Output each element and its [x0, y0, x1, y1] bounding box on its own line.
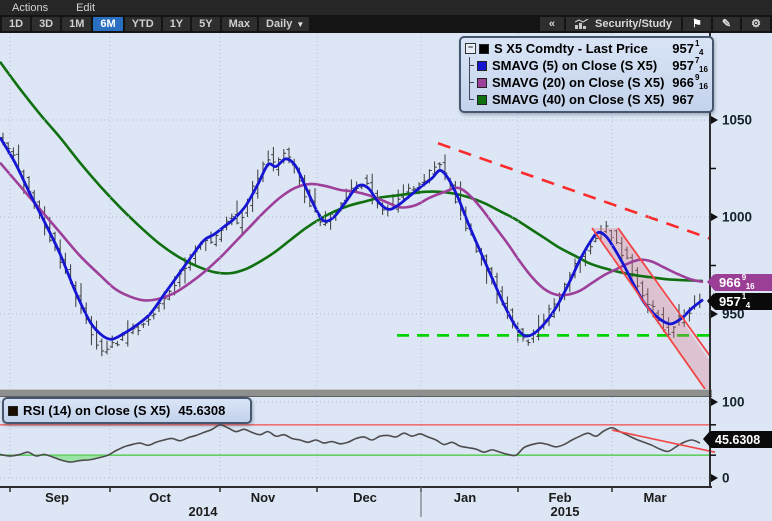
- badge-arrow: [707, 274, 714, 290]
- gear-icon: ⚙: [751, 17, 761, 31]
- flag-icon: ⚑: [692, 17, 702, 31]
- svg-text:Dec: Dec: [353, 490, 377, 505]
- annotate-button[interactable]: ✎: [713, 17, 740, 31]
- tree-connector: [469, 57, 478, 74]
- legend-row-smavg5[interactable]: SMAVG (5) on Close (S X5) 957716: [465, 57, 706, 74]
- tab-range-1m[interactable]: 1M: [62, 17, 91, 31]
- rsi-legend[interactable]: RSI (14) on Close (S X5) 45.6308: [2, 397, 252, 424]
- tab-range-1y[interactable]: 1Y: [163, 17, 190, 31]
- legend-label: S X5 Comdty - Last Price: [494, 41, 648, 56]
- menu-actions[interactable]: Actions: [12, 2, 48, 14]
- tree-connector: [469, 91, 478, 100]
- period-label: Daily: [266, 18, 292, 30]
- tab-range-3d[interactable]: 3D: [32, 17, 60, 31]
- smavg20-swatch: [477, 78, 487, 88]
- rsi-swatch: [8, 406, 18, 416]
- legend-label: SMAVG (5) on Close (S X5): [492, 58, 657, 73]
- tab-range-5y[interactable]: 5Y: [192, 17, 219, 31]
- legend-label: SMAVG (40) on Close (S X5): [492, 92, 664, 107]
- legend-value: 957716: [672, 58, 706, 73]
- rsi-legend-value: 45.6308: [178, 403, 225, 418]
- legend-value: 966916: [672, 75, 706, 90]
- tab-range-1d[interactable]: 1D: [2, 17, 30, 31]
- badge-arrow: [707, 293, 714, 309]
- tab-range-max[interactable]: Max: [222, 17, 257, 31]
- svg-text:2015: 2015: [551, 504, 580, 519]
- svg-text:Jan: Jan: [454, 490, 476, 505]
- svg-text:1050: 1050: [722, 113, 752, 128]
- svg-text:Feb: Feb: [548, 490, 571, 505]
- legend-value: 967: [672, 92, 706, 107]
- svg-text:2014: 2014: [189, 504, 219, 519]
- svg-text:100: 100: [722, 395, 745, 410]
- tab-range-ytd[interactable]: YTD: [125, 17, 161, 31]
- smavg40-swatch: [477, 95, 487, 105]
- bloomberg-chart-window: Actions Edit 1D 3D 1M 6M YTD 1Y 5Y Max D…: [0, 0, 772, 521]
- legend-row-rsi: RSI (14) on Close (S X5) 45.6308: [8, 402, 225, 419]
- legend-row-smavg40[interactable]: SMAVG (40) on Close (S X5) 967: [465, 91, 706, 108]
- svg-text:Nov: Nov: [251, 490, 276, 505]
- range-tab-bar: 1D 3D 1M 6M YTD 1Y 5Y Max Daily ▼ « Secur…: [0, 15, 772, 33]
- rsi-legend-label: RSI (14) on Close (S X5): [23, 403, 170, 418]
- chevron-down-icon: ▼: [296, 20, 304, 29]
- security-study-label: Security/Study: [595, 17, 672, 31]
- badge-arrow: [703, 431, 710, 447]
- tab-range-6m[interactable]: 6M: [93, 17, 122, 31]
- period-dropdown[interactable]: Daily ▼: [259, 17, 309, 31]
- rsi-value-badge: 45.6308: [710, 431, 772, 448]
- settings-button[interactable]: ⚙: [742, 17, 770, 31]
- last-price-swatch: [479, 44, 489, 54]
- svg-text:0: 0: [722, 471, 730, 486]
- menu-bar: Actions Edit: [0, 0, 772, 15]
- svg-text:Mar: Mar: [643, 490, 666, 505]
- svg-text:1000: 1000: [722, 210, 752, 225]
- smavg20-price-badge: 966916: [714, 274, 772, 291]
- legend-value: 95714: [672, 41, 706, 56]
- chart-icon: [575, 19, 590, 29]
- last-price-badge: 95714: [714, 293, 772, 310]
- svg-text:Sep: Sep: [45, 490, 69, 505]
- main-chart-legend: − S X5 Comdty - Last Price 95714 SMAVG (…: [459, 36, 714, 113]
- tree-connector: [469, 74, 478, 91]
- legend-row-smavg20[interactable]: SMAVG (20) on Close (S X5) 966916: [465, 74, 706, 91]
- security-study-button[interactable]: Security/Study: [566, 17, 681, 31]
- pencil-icon: ✎: [722, 17, 731, 31]
- legend-collapse-icon[interactable]: −: [465, 43, 476, 54]
- legend-row-last-price[interactable]: − S X5 Comdty - Last Price 95714: [465, 40, 706, 57]
- smavg5-swatch: [477, 61, 487, 71]
- toolbar-right-buttons: « Security/Study ⚑ ✎ ⚙: [538, 17, 770, 31]
- menu-edit[interactable]: Edit: [76, 2, 95, 14]
- svg-text:Oct: Oct: [149, 490, 171, 505]
- legend-label: SMAVG (20) on Close (S X5): [492, 75, 664, 90]
- collapse-button[interactable]: «: [540, 17, 564, 31]
- flag-button[interactable]: ⚑: [683, 17, 711, 31]
